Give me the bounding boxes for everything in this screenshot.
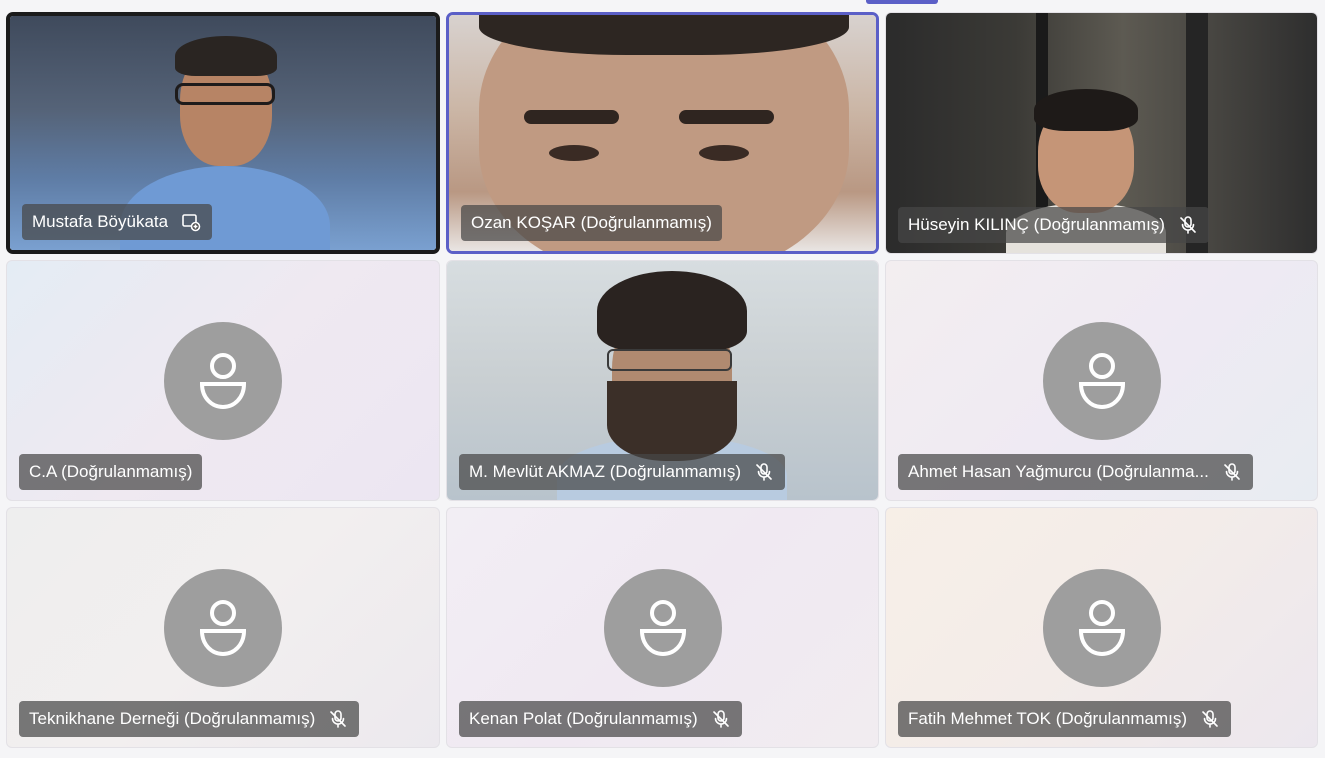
avatar [164,321,282,440]
participant-tile[interactable]: M. Mevlüt AKMAZ (Doğrulanmamış) [446,260,879,501]
participant-name: C.A (Doğrulanmamış) [29,462,193,481]
participant-name-pill: Mustafa Böyükata [22,204,213,240]
person-icon [1078,352,1125,409]
person-icon [639,599,686,656]
participant-name: Kenan Polat (Doğrulanmamış) [469,709,698,728]
person-icon [1078,599,1125,656]
participant-name-pill: Ozan KOŞAR (Doğrulanmamış) [461,205,722,241]
participant-tile[interactable]: Ozan KOŞAR (Doğrulanmamış) [446,12,879,254]
person-icon [199,352,247,409]
screen-share-icon [180,211,202,233]
participant-name-pill: Fatih Mehmet TOK (Doğrulanmamış) [898,701,1232,737]
participant-name: Fatih Mehmet TOK (Doğrulanmamış) [908,709,1188,728]
participant-tile[interactable]: C.A (Doğrulanmamış) [6,260,440,501]
participant-grid: Mustafa Böyükata Ozan KOŞAR (Doğrulanmam… [6,12,1319,750]
participant-name: M. Mevlüt AKMAZ (Doğrulanmamış) [469,462,742,481]
participant-name-pill: C.A (Doğrulanmamış) [19,454,203,490]
participant-name: Mustafa Böyükata [32,212,169,231]
participant-tile[interactable]: Ahmet Hasan Yağmurcu (Doğrulanma... [885,260,1318,501]
participant-name: Hüseyin KILINÇ (Doğrulanmamış) [908,215,1165,234]
participant-name-pill: Hüseyin KILINÇ (Doğrulanmamış) [898,207,1209,243]
avatar [1042,321,1161,440]
avatar [603,568,722,687]
person-icon [199,599,247,656]
participant-name-pill: Ahmet Hasan Yağmurcu (Doğrulanma... [898,454,1253,490]
participant-name-pill: Teknikhane Derneği (Doğrulanmamış) [19,701,360,737]
avatar [164,568,282,687]
mic-muted-icon [753,461,775,483]
participant-tile[interactable]: Teknikhane Derneği (Doğrulanmamış) [6,507,440,748]
meeting-stage: Mustafa Böyükata Ozan KOŞAR (Doğrulanmam… [0,0,1325,758]
mic-muted-icon [1221,461,1243,483]
view-tab-indicator [866,0,938,4]
participant-tile[interactable]: Fatih Mehmet TOK (Doğrulanmamış) [885,507,1318,748]
mic-muted-icon [1199,708,1221,730]
participant-name-pill: Kenan Polat (Doğrulanmamış) [459,701,742,737]
participant-name-pill: M. Mevlüt AKMAZ (Doğrulanmamış) [459,454,786,490]
participant-tile[interactable]: Kenan Polat (Doğrulanmamış) [446,507,879,748]
participant-name: Ozan KOŞAR (Doğrulanmamış) [471,213,712,232]
mic-muted-icon [327,708,349,730]
participant-tile[interactable]: Mustafa Böyükata [6,12,440,254]
mic-muted-icon [1177,214,1199,236]
mic-muted-icon [710,708,732,730]
participant-name: Teknikhane Derneği (Doğrulanmamış) [29,709,316,728]
avatar [1042,568,1161,687]
participant-name: Ahmet Hasan Yağmurcu (Doğrulanma... [908,462,1209,481]
participant-tile[interactable]: Hüseyin KILINÇ (Doğrulanmamış) [885,12,1318,254]
